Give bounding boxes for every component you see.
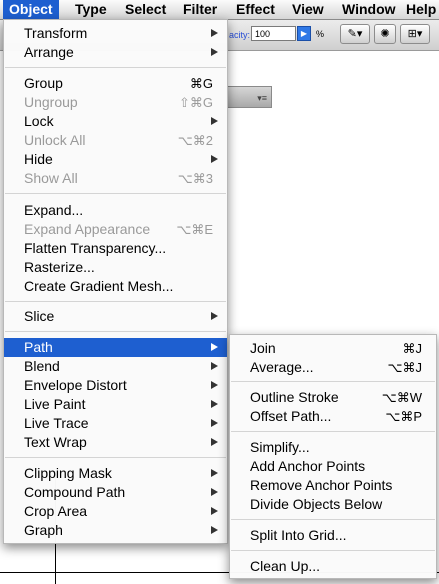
submenu-arrow-icon <box>211 469 218 477</box>
menu-item-group[interactable]: Group ⌘G <box>4 74 227 93</box>
menu-window[interactable]: Window <box>336 0 402 19</box>
separator <box>5 331 226 332</box>
menu-item-clean-up[interactable]: Clean Up... <box>230 557 436 576</box>
menu-item-expand[interactable]: Expand... <box>4 201 227 220</box>
menu-item-live-paint[interactable]: Live Paint <box>4 395 227 414</box>
menu-item-unlock-all: Unlock All ⌥⌘2 <box>24 132 213 148</box>
submenu-arrow-icon <box>211 438 218 446</box>
separator <box>5 193 226 194</box>
opacity-input[interactable]: 100 <box>251 26 296 41</box>
menu-item-offset-path[interactable]: Offset Path... ⌥⌘P <box>230 407 436 426</box>
menu-item-hide[interactable]: Hide <box>4 150 227 169</box>
menu-view[interactable]: View <box>286 0 330 19</box>
brush-tool-icon[interactable]: ✎▾ <box>340 24 370 44</box>
menu-item-ungroup: Ungroup ⇧⌘G <box>24 94 213 110</box>
menu-item-lock[interactable]: Lock <box>4 112 227 131</box>
panel-menu-icon[interactable]: ▾≡ <box>257 93 267 104</box>
menu-item-arrange[interactable]: Arrange <box>4 43 227 62</box>
menu-item-create-gradient-mesh[interactable]: Create Gradient Mesh... <box>4 277 227 296</box>
menu-item-graph[interactable]: Graph <box>4 521 227 540</box>
separator <box>231 550 435 551</box>
submenu-arrow-icon <box>211 29 218 37</box>
percent-label: % <box>316 29 325 39</box>
menu-item-crop-area[interactable]: Crop Area <box>4 502 227 521</box>
menu-item-live-trace[interactable]: Live Trace <box>4 414 227 433</box>
separator <box>5 301 226 302</box>
opacity-label: acity: <box>229 30 251 40</box>
menu-help[interactable]: Help <box>400 0 439 19</box>
submenu-arrow-icon <box>211 312 218 320</box>
menu-item-add-anchor-points[interactable]: Add Anchor Points <box>230 457 436 476</box>
path-submenu: Join ⌘J Average... ⌥⌘J Outline Stroke ⌥⌘W O… <box>229 334 437 579</box>
menu-bar: Object Type Select Filter Effect View Wi… <box>0 0 439 20</box>
opacity-dropdown-icon[interactable]: ▶ <box>297 26 311 41</box>
submenu-arrow-icon <box>211 419 218 427</box>
menu-item-transform[interactable]: Transform <box>4 24 227 43</box>
menu-item-slice[interactable]: Slice <box>4 307 227 326</box>
submenu-arrow-icon <box>211 488 218 496</box>
menu-type[interactable]: Type <box>69 0 113 19</box>
menu-item-outline-stroke[interactable]: Outline Stroke ⌥⌘W <box>230 388 436 407</box>
menu-item-path[interactable]: Path <box>4 338 227 357</box>
menu-select[interactable]: Select <box>119 0 172 19</box>
settings-icon[interactable]: ✺ <box>374 24 396 44</box>
menu-item-simplify[interactable]: Simplify... <box>230 438 436 457</box>
object-menu: Transform Arrange Group ⌘G Ungroup ⇧⌘G Loc… <box>3 19 228 544</box>
submenu-arrow-icon <box>211 381 218 389</box>
menu-item-clipping-mask[interactable]: Clipping Mask <box>4 464 227 483</box>
menu-item-rasterize[interactable]: Rasterize... <box>4 258 227 277</box>
menu-item-remove-anchor-points[interactable]: Remove Anchor Points <box>230 476 436 495</box>
menu-object[interactable]: Object <box>3 0 59 19</box>
submenu-arrow-icon <box>211 507 218 515</box>
menu-item-split-into-grid[interactable]: Split Into Grid... <box>230 526 436 545</box>
menu-item-divide-objects-below[interactable]: Divide Objects Below <box>230 495 436 514</box>
submenu-arrow-icon <box>211 117 218 125</box>
separator <box>231 431 435 432</box>
menu-item-envelope-distort[interactable]: Envelope Distort <box>4 376 227 395</box>
submenu-arrow-icon <box>211 362 218 370</box>
submenu-arrow-icon <box>211 155 218 163</box>
menu-effect[interactable]: Effect <box>230 0 281 19</box>
menu-item-compound-path[interactable]: Compound Path <box>4 483 227 502</box>
menu-item-text-wrap[interactable]: Text Wrap <box>4 433 227 452</box>
menu-filter[interactable]: Filter <box>177 0 223 19</box>
align-icon[interactable]: ⊞▾ <box>400 24 430 44</box>
submenu-arrow-icon <box>211 400 218 408</box>
separator <box>5 457 226 458</box>
submenu-arrow-icon <box>211 48 218 56</box>
submenu-arrow-icon <box>211 343 218 351</box>
menu-item-blend[interactable]: Blend <box>4 357 227 376</box>
menu-item-average[interactable]: Average... ⌥⌘J <box>230 358 436 377</box>
separator <box>5 67 226 68</box>
submenu-arrow-icon <box>211 526 218 534</box>
separator <box>231 519 435 520</box>
separator <box>231 381 435 382</box>
menu-item-join[interactable]: Join ⌘J <box>230 339 436 358</box>
panel-tab[interactable]: ▾≡ <box>226 86 272 108</box>
menu-item-flatten-transparency[interactable]: Flatten Transparency... <box>4 239 227 258</box>
menu-item-expand-appearance: Expand Appearance ⌥⌘E <box>24 221 213 237</box>
menu-item-show-all: Show All ⌥⌘3 <box>24 170 213 186</box>
